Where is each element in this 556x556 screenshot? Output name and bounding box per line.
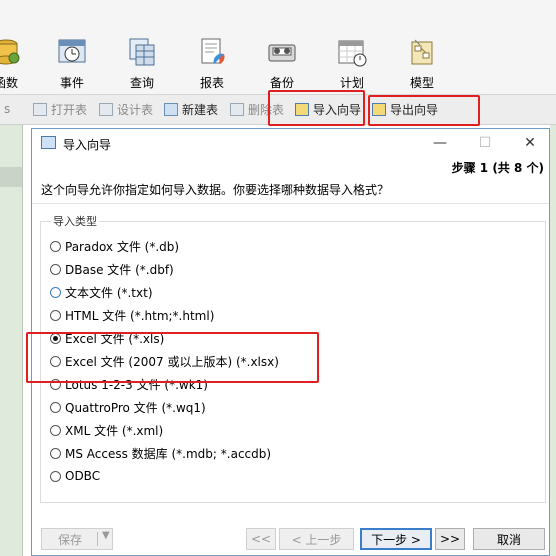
option-label: DBase 文件 (*.dbf) bbox=[65, 262, 174, 277]
import-type-title: 导入类型 bbox=[51, 213, 99, 229]
close-button[interactable]: ✕ bbox=[517, 132, 543, 154]
option-paradox[interactable]: Paradox 文件 (*.db) bbox=[50, 236, 179, 256]
schedule-calendar-icon bbox=[336, 36, 368, 68]
ribbon-event-button[interactable]: 事件 bbox=[44, 36, 100, 94]
ribbon-backup-label: 备份 bbox=[269, 76, 294, 90]
chevron-down-icon[interactable]: ▼ bbox=[102, 530, 110, 541]
save-label: 保存 bbox=[58, 532, 83, 547]
new-table-button[interactable]: 新建表 bbox=[164, 100, 218, 118]
radio-icon[interactable] bbox=[50, 470, 61, 482]
report-icon bbox=[196, 36, 228, 68]
maximize-button[interactable]: ☐ bbox=[472, 132, 498, 154]
ribbon-model-label: 模型 bbox=[409, 76, 434, 90]
dialog-prompt: 这个向导允许你指定如何导入数据。你要选择哪种数据导入格式？ bbox=[41, 183, 390, 197]
function-icon bbox=[0, 36, 22, 68]
model-icon bbox=[406, 36, 438, 68]
query-table-icon bbox=[126, 36, 158, 68]
divider bbox=[32, 203, 549, 204]
event-clock-icon bbox=[56, 36, 88, 68]
ribbon-function-label: 函数 bbox=[0, 76, 18, 90]
dialog-title: 导入向导 bbox=[63, 138, 112, 152]
next-step-button[interactable]: 下一步 > bbox=[360, 528, 432, 550]
split-divider bbox=[97, 532, 98, 546]
save-button[interactable]: 保存 ▼ bbox=[41, 528, 113, 550]
annotation-box-excel-options bbox=[26, 332, 319, 383]
option-ms-access[interactable]: MS Access 数据库 (*.mdb; *.accdb) bbox=[50, 443, 271, 463]
minimize-button[interactable]: — bbox=[427, 132, 453, 154]
ellipsis-glyph: s bbox=[4, 102, 11, 116]
open-table-label: 打开表 bbox=[51, 102, 88, 117]
dialog-titlebar: 导入向导 — ☐ ✕ bbox=[32, 129, 549, 157]
step-indicator: 步骤 1 (共 8 个) bbox=[451, 161, 544, 175]
ribbon-query-button[interactable]: 查询 bbox=[114, 36, 170, 94]
left-pane-selected-row[interactable] bbox=[0, 167, 22, 187]
radio-icon[interactable] bbox=[50, 309, 61, 321]
radio-icon[interactable] bbox=[50, 424, 61, 436]
top-strip bbox=[0, 0, 556, 33]
option-text[interactable]: 文本文件 (*.txt) bbox=[50, 282, 153, 302]
option-odbc[interactable]: ODBC bbox=[50, 466, 100, 486]
ribbon-model-button[interactable]: 模型 bbox=[394, 36, 450, 94]
cancel-button[interactable]: 取消 bbox=[473, 528, 545, 550]
new-table-icon bbox=[164, 102, 178, 116]
ribbon-schedule-button[interactable]: 计划 bbox=[324, 36, 380, 94]
right-pane-edge bbox=[550, 125, 556, 556]
option-label: QuattroPro 文件 (*.wq1) bbox=[65, 400, 206, 415]
ribbon-function-button[interactable]: 函数 bbox=[0, 36, 34, 94]
ribbon-schedule-label: 计划 bbox=[339, 76, 364, 90]
radio-icon[interactable] bbox=[50, 401, 61, 413]
delete-table-icon bbox=[230, 102, 244, 116]
ribbon-query-label: 查询 bbox=[129, 76, 154, 90]
option-label: MS Access 数据库 (*.mdb; *.accdb) bbox=[65, 446, 272, 461]
design-table-button[interactable]: 设计表 bbox=[99, 100, 153, 118]
option-dbase[interactable]: DBase 文件 (*.dbf) bbox=[50, 259, 174, 279]
new-table-label: 新建表 bbox=[182, 102, 219, 117]
radio-icon[interactable] bbox=[50, 447, 61, 459]
annotation-box-import bbox=[268, 90, 365, 126]
backup-tape-icon bbox=[266, 36, 298, 68]
main-ribbon: 函数 事件 查询 报表 备份 计划 模型 bbox=[0, 32, 556, 95]
option-quattropro[interactable]: QuattroPro 文件 (*.wq1) bbox=[50, 397, 206, 417]
ribbon-report-button[interactable]: 报表 bbox=[184, 36, 240, 94]
radio-icon[interactable] bbox=[50, 286, 61, 298]
option-label: Paradox 文件 (*.db) bbox=[65, 239, 180, 254]
last-step-button[interactable]: >> bbox=[435, 528, 465, 550]
option-label: XML 文件 (*.xml) bbox=[65, 423, 164, 438]
ribbon-event-label: 事件 bbox=[59, 76, 84, 90]
option-xml[interactable]: XML 文件 (*.xml) bbox=[50, 420, 163, 440]
radio-icon[interactable] bbox=[50, 240, 61, 252]
import-wizard-window-icon bbox=[41, 136, 56, 149]
left-object-pane bbox=[0, 125, 23, 556]
option-label: 文本文件 (*.txt) bbox=[65, 285, 153, 300]
design-table-label: 设计表 bbox=[117, 102, 154, 117]
option-label: ODBC bbox=[65, 469, 101, 483]
option-label: HTML 文件 (*.htm;*.html) bbox=[65, 308, 215, 323]
radio-icon[interactable] bbox=[50, 263, 61, 275]
open-table-icon bbox=[33, 102, 47, 116]
ribbon-report-label: 报表 bbox=[199, 76, 224, 90]
ribbon-backup-button[interactable]: 备份 bbox=[254, 36, 310, 94]
option-html[interactable]: HTML 文件 (*.htm;*.html) bbox=[50, 305, 214, 325]
annotation-box-export bbox=[368, 95, 480, 126]
previous-step-button[interactable]: < 上一步 bbox=[279, 528, 354, 550]
first-step-button[interactable]: << bbox=[246, 528, 276, 550]
open-table-button[interactable]: 打开表 bbox=[33, 100, 87, 118]
open-table-button[interactable]: s bbox=[4, 100, 14, 118]
design-table-icon bbox=[99, 102, 113, 116]
